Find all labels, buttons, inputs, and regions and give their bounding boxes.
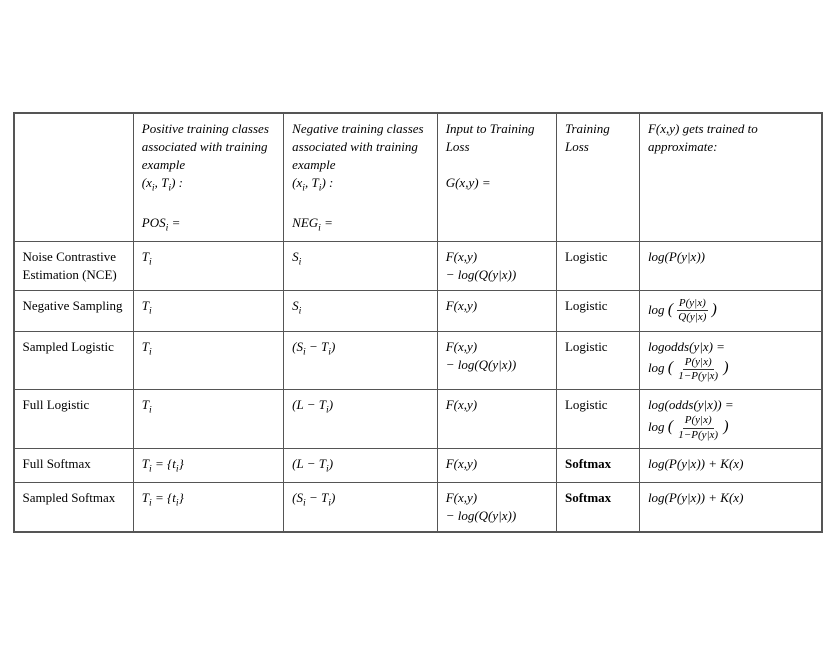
header-col1 — [14, 113, 133, 241]
row-fs-approx: log(P(y|x)) + K(x) — [639, 448, 821, 482]
comparison-table: Positive training classes associated wit… — [14, 113, 822, 533]
header-col3-math1: (xi, Ti) : — [292, 175, 333, 190]
header-col4-math: G(x,y) = — [446, 175, 491, 190]
row-fs-input: F(x,y) — [437, 448, 556, 482]
row-ss-neg: (Si − Ti) — [284, 482, 438, 531]
row-sl-pos: Ti — [133, 331, 283, 390]
row-fs-neg: (L − Ti) — [284, 448, 438, 482]
row-ss-pos: Ti = {ti} — [133, 482, 283, 531]
table-row: Full Logistic Ti (L − Ti) F(x,y) Logisti… — [14, 390, 821, 449]
table-row: Full Softmax Ti = {ti} (L − Ti) F(x,y) S… — [14, 448, 821, 482]
row-sl-input: F(x,y) − log(Q(y|x)) — [437, 331, 556, 390]
row-label-nce: Noise Contrastive Estimation (NCE) — [14, 241, 133, 290]
header-col3: Negative training classes associated wit… — [284, 113, 438, 241]
row-nce-approx: log(P(y|x)) — [639, 241, 821, 290]
header-col2-math2: POSi = — [142, 215, 181, 230]
header-col5: Training Loss — [556, 113, 639, 241]
row-nce-neg: Si — [284, 241, 438, 290]
header-col3-text: Negative training classes associated wit… — [292, 121, 423, 230]
row-label-sampled-logistic: Sampled Logistic — [14, 331, 133, 390]
header-col4-text: Input to Training Loss G(x,y) = — [446, 121, 535, 191]
row-nce-loss: Logistic — [556, 241, 639, 290]
row-fs-pos: Ti = {ti} — [133, 448, 283, 482]
row-neg-input: F(x,y) — [437, 291, 556, 331]
table-row: Negative Sampling Ti Si F(x,y) Logistic … — [14, 291, 821, 331]
row-fl-input: F(x,y) — [437, 390, 556, 449]
table-row: Sampled Softmax Ti = {ti} (Si − Ti) F(x,… — [14, 482, 821, 531]
row-fl-loss: Logistic — [556, 390, 639, 449]
row-fs-loss: Softmax — [556, 448, 639, 482]
header-col3-math2: NEGi = — [292, 215, 333, 230]
row-ss-input: F(x,y) − log(Q(y|x)) — [437, 482, 556, 531]
row-sl-approx: logodds(y|x) = log ( P(y|x) 1−P(y|x) ) — [639, 331, 821, 390]
header-col6: F(x,y) gets trained to approximate: — [639, 113, 821, 241]
row-nce-pos: Ti — [133, 241, 283, 290]
table-row: Sampled Logistic Ti (Si − Ti) F(x,y) − l… — [14, 331, 821, 390]
header-col2-text: Positive training classes associated wit… — [142, 121, 269, 230]
header-col4: Input to Training Loss G(x,y) = — [437, 113, 556, 241]
row-neg-loss: Logistic — [556, 291, 639, 331]
row-fl-approx: log(odds(y|x)) = log ( P(y|x) 1−P(y|x) ) — [639, 390, 821, 449]
header-col2: Positive training classes associated wit… — [133, 113, 283, 241]
row-label-sampled-softmax: Sampled Softmax — [14, 482, 133, 531]
row-neg-approx: log ( P(y|x) Q(y|x) ) — [639, 291, 821, 331]
row-nce-input: F(x,y) − log(Q(y|x)) — [437, 241, 556, 290]
main-table-container: Positive training classes associated wit… — [13, 112, 823, 534]
row-sl-neg: (Si − Ti) — [284, 331, 438, 390]
row-neg-pos: Ti — [133, 291, 283, 331]
table-row: Noise Contrastive Estimation (NCE) Ti Si… — [14, 241, 821, 290]
row-label-neg-sampling: Negative Sampling — [14, 291, 133, 331]
row-fl-pos: Ti — [133, 390, 283, 449]
row-ss-approx: log(P(y|x)) + K(x) — [639, 482, 821, 531]
row-label-full-logistic: Full Logistic — [14, 390, 133, 449]
row-label-full-softmax: Full Softmax — [14, 448, 133, 482]
row-fl-neg: (L − Ti) — [284, 390, 438, 449]
row-ss-loss: Softmax — [556, 482, 639, 531]
header-col2-math1: (xi, Ti) : — [142, 175, 183, 190]
header-col5-text: Training Loss — [565, 121, 610, 154]
row-sl-loss: Logistic — [556, 331, 639, 390]
header-row: Positive training classes associated wit… — [14, 113, 821, 241]
header-col6-text: F(x,y) gets trained to approximate: — [648, 121, 758, 154]
row-neg-neg: Si — [284, 291, 438, 331]
